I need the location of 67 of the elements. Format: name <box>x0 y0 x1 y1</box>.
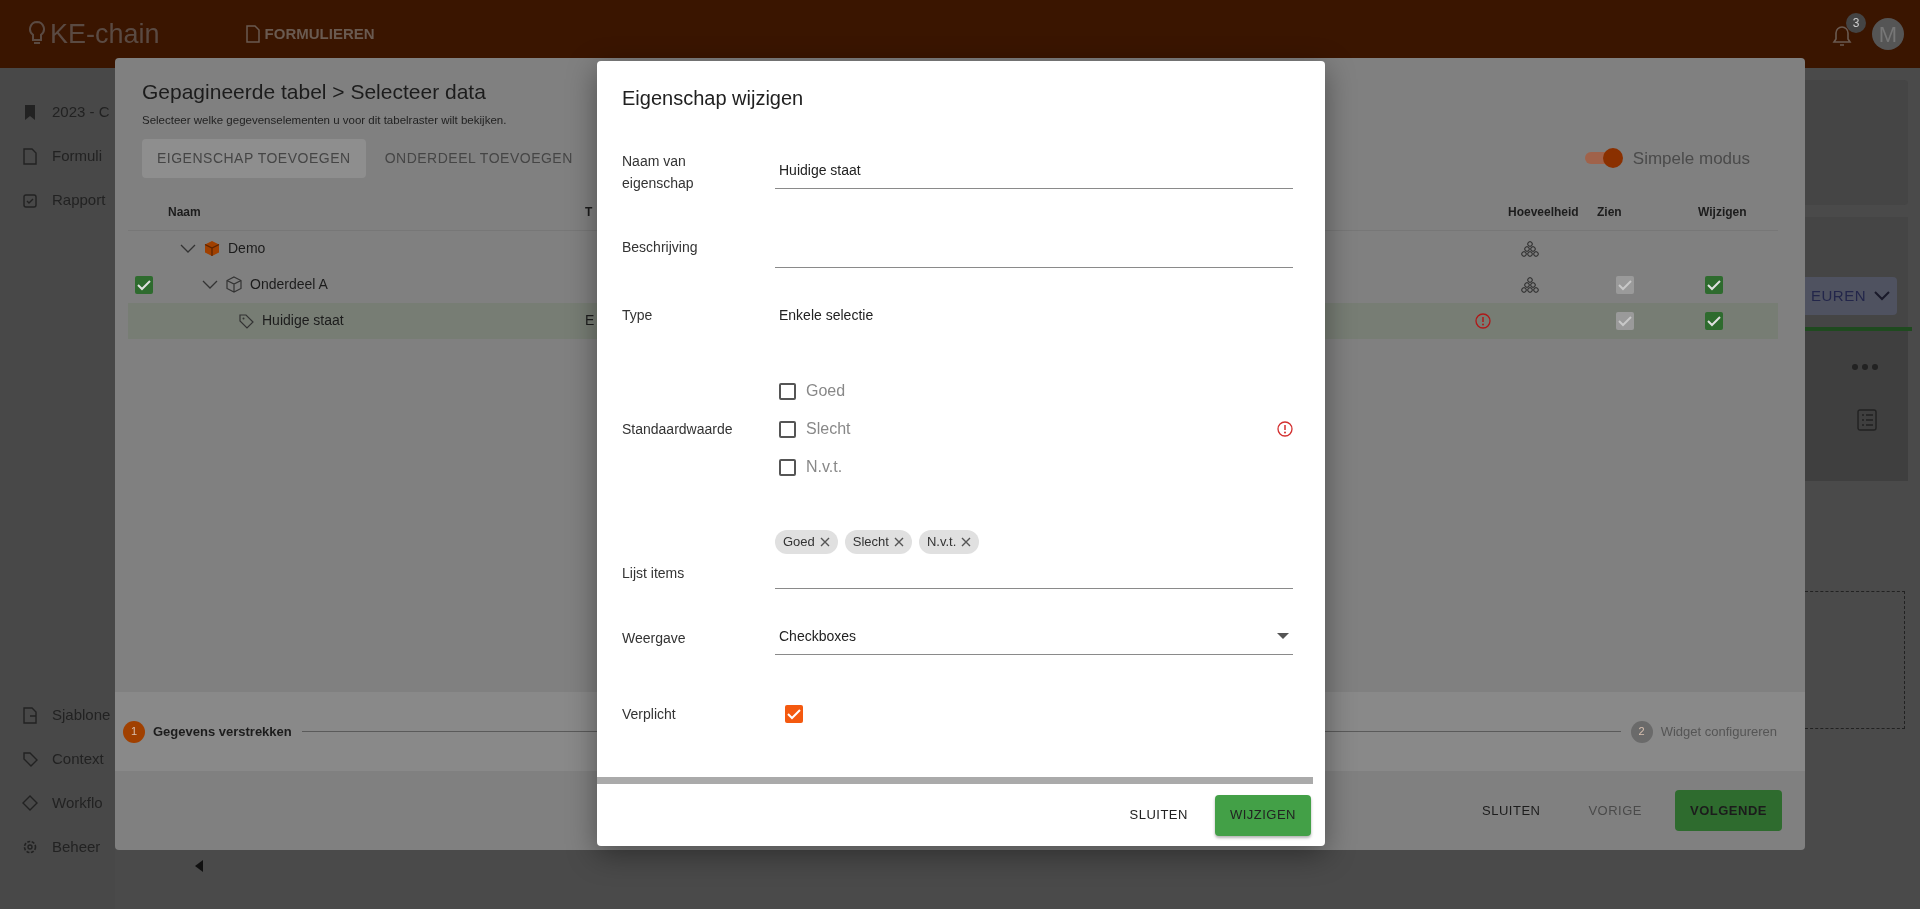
tag-icon <box>22 750 38 768</box>
caret-down-icon <box>1277 633 1289 639</box>
document-icon <box>22 147 38 165</box>
chip[interactable]: N.v.t. <box>918 529 980 554</box>
field-label: Standaardwaarde <box>622 420 733 437</box>
close-button[interactable]: SLUITEN <box>1467 791 1556 830</box>
column-header: Naam <box>168 205 201 220</box>
nav-link[interactable]: FORMULIEREN <box>239 21 381 47</box>
document-arrow-icon <box>22 706 38 724</box>
field-label: Naam van eigenschap <box>622 152 694 191</box>
checkbox[interactable] <box>785 705 803 723</box>
tag-icon <box>238 312 254 329</box>
dialog-subtitle: Selecteer welke gegevenselementen u voor dit tabelraster wilt bekijken. <box>142 112 507 128</box>
chevron-down-icon[interactable] <box>202 279 218 290</box>
column-header: T <box>585 205 593 220</box>
save-button[interactable]: WIJZIGEN <box>1214 794 1311 836</box>
close-icon[interactable] <box>819 536 830 547</box>
toggle-switch[interactable] <box>1582 146 1625 171</box>
column-header: Hoeveelheid <box>1508 205 1579 220</box>
settings-icon <box>22 838 38 856</box>
checkbox-option[interactable]: N.v.t. <box>775 448 1277 486</box>
next-button[interactable]: VOLGENDE <box>1675 790 1782 831</box>
horizontal-scrollbar[interactable] <box>597 777 1313 784</box>
dialog-title: Eigenschap wijzigen <box>622 86 804 111</box>
field-label: Verplicht <box>622 705 676 722</box>
field-label: Beschrijving <box>622 238 698 255</box>
caret-left-icon[interactable] <box>195 860 203 872</box>
bookmark-icon <box>22 103 38 121</box>
column-header: Wijzigen <box>1698 205 1747 220</box>
row-name[interactable]: Onderdeel A <box>250 274 328 296</box>
close-icon[interactable] <box>961 536 972 547</box>
checklist-icon[interactable] <box>1857 409 1877 431</box>
row-name[interactable]: Demo <box>228 238 266 260</box>
diamond-icon <box>22 794 38 812</box>
chip[interactable]: Slecht <box>844 529 912 554</box>
step-number: 1 <box>123 720 145 743</box>
chips-field[interactable]: Goed Slecht N.v.t. <box>775 523 1293 589</box>
field-label: Lijst items <box>622 564 685 581</box>
bell-icon[interactable] <box>1830 23 1854 49</box>
chevron-down-icon[interactable] <box>180 243 196 254</box>
field-label: Type <box>622 306 653 323</box>
app-logo[interactable]: KE-chain <box>50 13 160 55</box>
cube-icon <box>204 240 220 258</box>
field-label: Weergave <box>622 629 686 646</box>
cube-outline-icon <box>226 276 242 294</box>
checkbox[interactable] <box>1705 275 1723 294</box>
checkbox-option[interactable]: Slecht <box>775 410 1277 448</box>
chevron-down-icon <box>1874 291 1890 301</box>
input-field[interactable]: Huidige staat <box>775 155 1293 189</box>
table-cell: E <box>585 312 595 329</box>
notification-badge: 3 <box>1846 13 1866 33</box>
column-header: Zien <box>1597 205 1622 220</box>
checkbox-option[interactable]: Goed <box>775 372 1277 410</box>
calendar-check-icon <box>22 191 38 209</box>
checkbox[interactable] <box>1705 311 1723 330</box>
close-icon[interactable] <box>893 536 904 547</box>
field-value: Enkele selectie <box>778 307 874 323</box>
step-number: 2 <box>1630 720 1653 743</box>
close-button[interactable]: SLUITEN <box>1114 795 1203 835</box>
step-label: Gegevens verstrekken <box>153 722 292 741</box>
dialog-title: Gepagineerde tabel > Selecteer data <box>142 79 486 105</box>
chip[interactable]: Goed <box>775 529 838 554</box>
select-field[interactable]: Checkboxes <box>775 621 1293 655</box>
document-icon <box>245 25 260 43</box>
row-name[interactable]: Huidige staat <box>262 310 344 332</box>
more-dots-icon[interactable] <box>1851 363 1879 371</box>
checkbox[interactable] <box>135 275 153 294</box>
